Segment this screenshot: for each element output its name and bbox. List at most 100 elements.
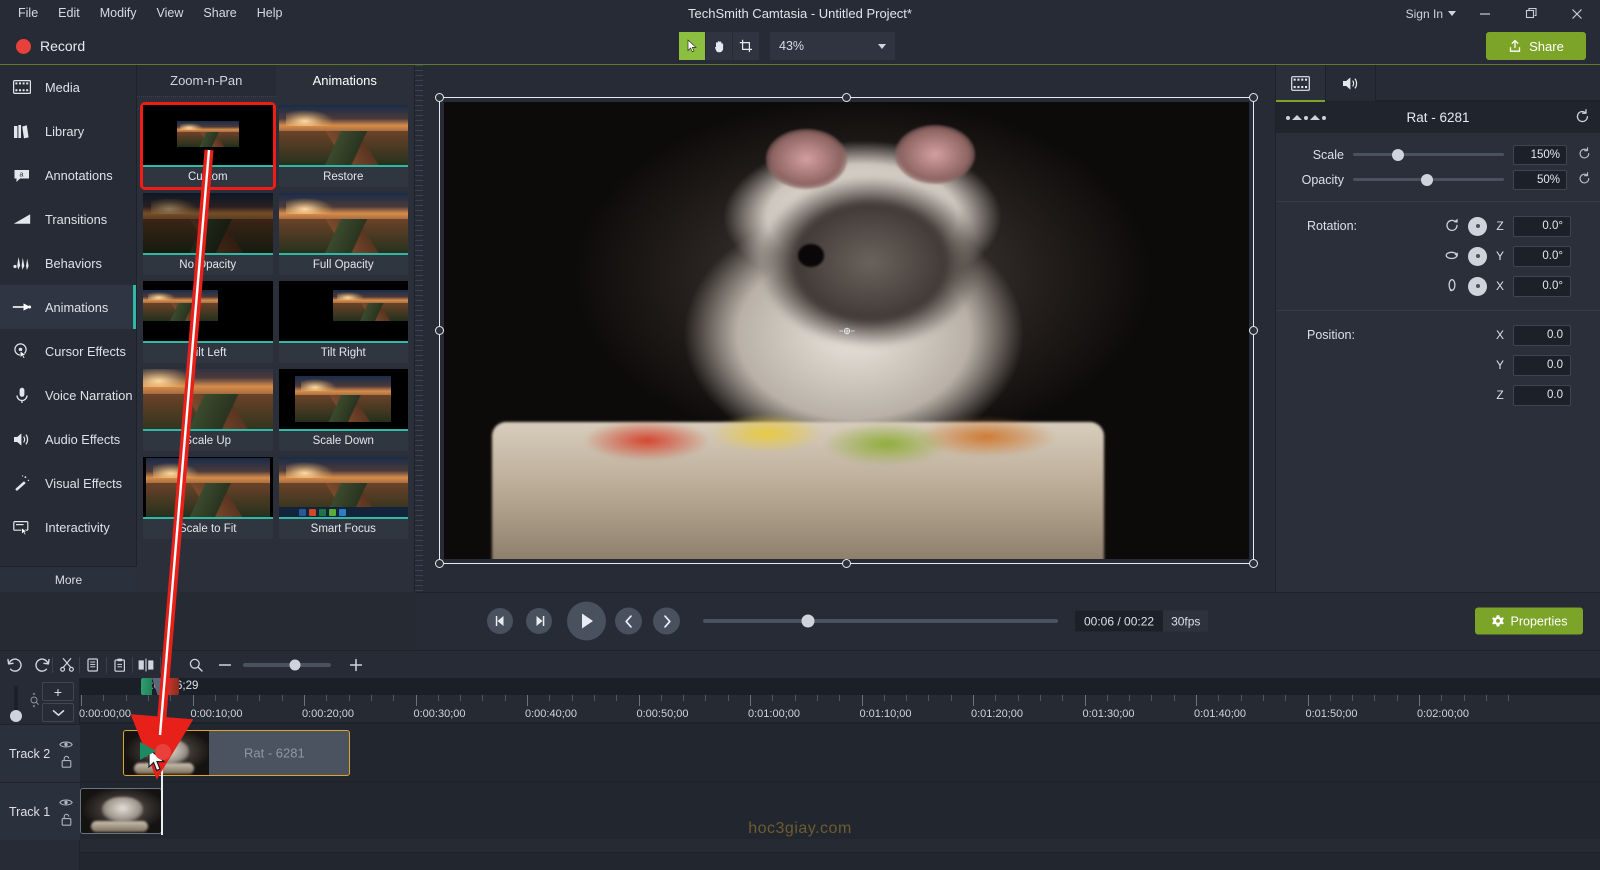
animation-card-restore[interactable]: Restore bbox=[278, 105, 408, 187]
crop-tool-button[interactable] bbox=[733, 32, 760, 60]
copy-button[interactable] bbox=[82, 655, 106, 675]
animation-card-no-opacity[interactable]: No Opacity bbox=[143, 193, 273, 275]
timeline-playhead-strip[interactable]: 0:00:06;29 bbox=[80, 678, 1600, 695]
handle-top-right[interactable] bbox=[1249, 93, 1258, 102]
scale-reset-icon[interactable] bbox=[1576, 146, 1592, 163]
timeline-zoom-in-button[interactable] bbox=[344, 655, 368, 675]
keyframe-controls[interactable] bbox=[1286, 115, 1326, 120]
prev-marker-button[interactable] bbox=[615, 607, 642, 635]
minimize-button[interactable] bbox=[1462, 0, 1508, 27]
animation-card-smart-focus[interactable]: Smart Focus bbox=[278, 457, 408, 539]
select-tool-button[interactable] bbox=[679, 32, 706, 60]
animation-card-tilt-left[interactable]: Tilt Left bbox=[143, 281, 273, 363]
selection-end-handle[interactable] bbox=[168, 678, 179, 695]
timeline-ruler[interactable]: 0:00:00;00 0:00:10;00 0:00:20;00 0:00:30;00… bbox=[79, 695, 1600, 723]
scale-value[interactable]: 150% bbox=[1513, 144, 1567, 165]
record-button[interactable]: Record bbox=[8, 27, 93, 65]
maximize-button[interactable] bbox=[1508, 0, 1554, 27]
timeline-horizontal-scrollbar[interactable] bbox=[80, 852, 1600, 870]
sidebar-item-animations[interactable]: Animations bbox=[0, 285, 136, 329]
next-marker-button[interactable] bbox=[653, 607, 680, 635]
fps-label[interactable]: 30fps bbox=[1163, 610, 1209, 632]
cut-button[interactable] bbox=[55, 655, 79, 675]
undo-button[interactable] bbox=[2, 655, 26, 675]
animation-card-scale-up[interactable]: Scale Up bbox=[143, 369, 273, 451]
center-anchor-icon[interactable] bbox=[838, 326, 855, 336]
menu-help[interactable]: Help bbox=[247, 0, 293, 27]
scrubber-knob[interactable] bbox=[801, 614, 815, 628]
canvas-selection-rect[interactable] bbox=[435, 93, 1258, 568]
sidebar-item-behaviors[interactable]: Behaviors bbox=[0, 241, 136, 285]
timeline-zoom-out-button[interactable] bbox=[213, 655, 237, 675]
rotation-z-dial[interactable] bbox=[1468, 216, 1487, 236]
position-z-value[interactable]: 0.0 bbox=[1513, 384, 1571, 406]
position-x-value[interactable]: 0.0 bbox=[1513, 324, 1571, 346]
animation-card-full-opacity[interactable]: Full Opacity bbox=[278, 193, 408, 275]
zoom-level-select[interactable]: 43% bbox=[770, 32, 895, 60]
scale-slider-knob[interactable] bbox=[1392, 148, 1405, 161]
rotation-y-dial[interactable] bbox=[1468, 246, 1487, 266]
track-header-track-2[interactable]: Track 2 bbox=[0, 724, 80, 782]
sidebar-item-transitions[interactable]: Transitions bbox=[0, 197, 136, 241]
redo-button[interactable] bbox=[30, 655, 54, 675]
sidebar-item-media[interactable]: Media bbox=[0, 65, 136, 109]
paste-button[interactable] bbox=[108, 655, 132, 675]
add-track-button[interactable]: + bbox=[42, 682, 74, 701]
video-properties-tab[interactable] bbox=[1276, 65, 1326, 102]
rotation-z-value[interactable]: 0.0° bbox=[1513, 215, 1571, 237]
rotation-x-value[interactable]: 0.0° bbox=[1513, 275, 1571, 297]
track-height-slider[interactable] bbox=[14, 686, 18, 712]
reset-all-icon[interactable] bbox=[1575, 108, 1590, 127]
handle-middle-right[interactable] bbox=[1249, 325, 1258, 335]
animation-card-scale-to-fit[interactable]: Scale to Fit bbox=[143, 457, 273, 539]
close-button[interactable] bbox=[1554, 0, 1600, 27]
handle-top-center[interactable] bbox=[841, 93, 851, 102]
playback-scrubber[interactable] bbox=[703, 614, 1058, 628]
opacity-slider[interactable] bbox=[1353, 173, 1504, 186]
opacity-value[interactable]: 50% bbox=[1513, 169, 1567, 190]
sidebar-item-annotations[interactable]: a Annotations bbox=[0, 153, 136, 197]
menu-view[interactable]: View bbox=[147, 0, 194, 27]
sidebar-item-cursor-effects[interactable]: Cursor Effects bbox=[0, 329, 136, 373]
sidebar-more-button[interactable]: More bbox=[0, 566, 137, 592]
hand-tool-button[interactable] bbox=[706, 32, 733, 60]
handle-bottom-center[interactable] bbox=[841, 559, 851, 568]
play-button[interactable] bbox=[567, 601, 606, 641]
tab-zoom-n-pan[interactable]: Zoom-n-Pan bbox=[137, 65, 276, 97]
playhead-marker[interactable] bbox=[141, 678, 179, 695]
scale-slider[interactable] bbox=[1353, 148, 1504, 161]
sidebar-item-audio-effects[interactable]: Audio Effects bbox=[0, 417, 136, 461]
menu-edit[interactable]: Edit bbox=[48, 0, 90, 27]
rotation-x-dial[interactable] bbox=[1468, 276, 1487, 296]
sidebar-item-voice-narration[interactable]: Voice Narration bbox=[0, 373, 136, 417]
track-height-knob[interactable] bbox=[10, 710, 22, 722]
lock-icon[interactable] bbox=[61, 755, 72, 768]
menu-file[interactable]: File bbox=[8, 0, 48, 27]
opacity-slider-knob[interactable] bbox=[1420, 173, 1433, 186]
collapse-tracks-button[interactable] bbox=[42, 703, 74, 722]
menu-modify[interactable]: Modify bbox=[90, 0, 147, 27]
step-back-button[interactable] bbox=[487, 608, 513, 634]
eye-icon[interactable] bbox=[59, 798, 73, 807]
handle-bottom-right[interactable] bbox=[1249, 559, 1258, 568]
timeline-tracks-area[interactable]: Rat - 6281 bbox=[80, 723, 1600, 870]
timeline-zoom-knob[interactable] bbox=[289, 659, 301, 670]
sign-in-button[interactable]: Sign In bbox=[1400, 7, 1462, 21]
share-button[interactable]: Share bbox=[1486, 32, 1586, 60]
selection-start-handle[interactable] bbox=[141, 678, 152, 695]
track-lane-track-2[interactable]: Rat - 6281 bbox=[80, 723, 1600, 781]
canvas-area[interactable] bbox=[415, 65, 1275, 592]
sidebar-item-visual-effects[interactable]: Visual Effects bbox=[0, 461, 136, 505]
position-y-value[interactable]: 0.0 bbox=[1513, 354, 1571, 376]
step-forward-button[interactable] bbox=[526, 608, 552, 634]
timeline-zoom-slider[interactable] bbox=[243, 659, 331, 670]
animation-card-tilt-right[interactable]: Tilt Right bbox=[278, 281, 408, 363]
sidebar-item-interactivity[interactable]: Interactivity bbox=[0, 505, 136, 549]
tab-animations[interactable]: Animations bbox=[275, 65, 414, 97]
sidebar-item-library[interactable]: Library bbox=[0, 109, 136, 153]
animation-card-scale-down[interactable]: Scale Down bbox=[278, 369, 408, 451]
handle-top-left[interactable] bbox=[435, 93, 444, 102]
properties-button[interactable]: Properties bbox=[1475, 607, 1583, 635]
audio-properties-tab[interactable] bbox=[1326, 65, 1376, 101]
animation-card-custom[interactable]: Custom bbox=[140, 102, 276, 190]
